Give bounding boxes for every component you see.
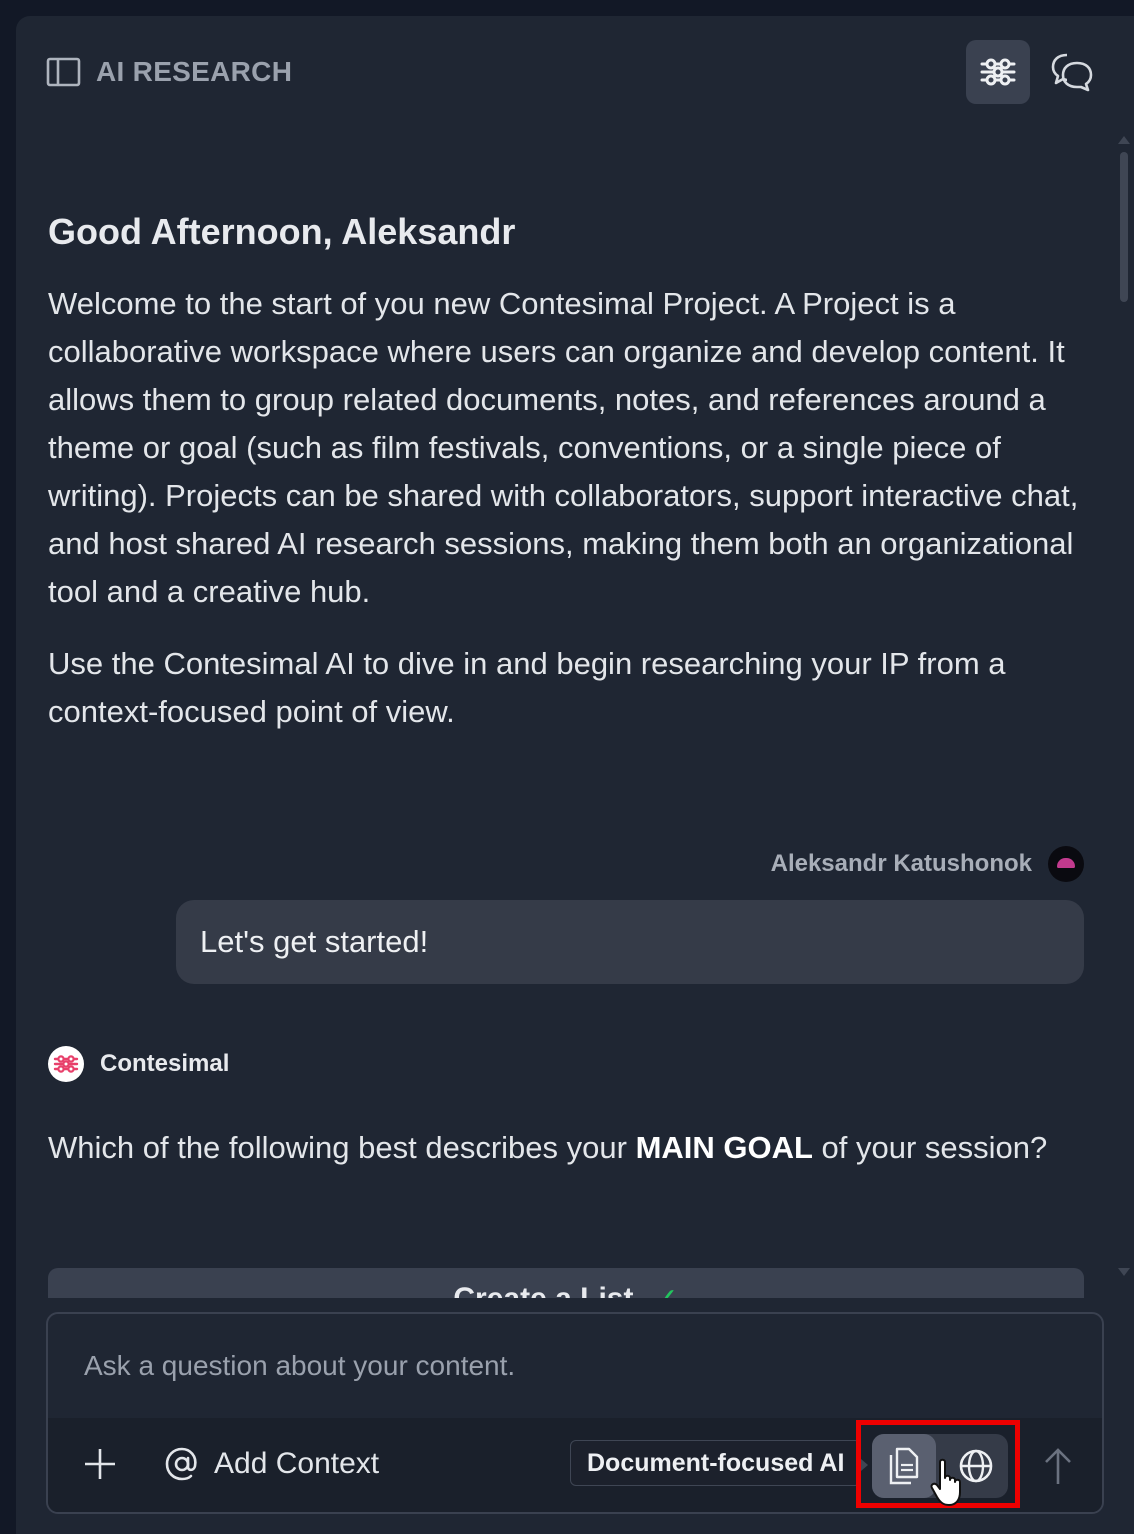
intro-paragraph: Welcome to the start of you new Contesim…: [48, 286, 1079, 609]
question-text-end: of your session?: [812, 1130, 1048, 1165]
bot-question: Which of the following best describes yo…: [48, 1124, 1088, 1172]
at-icon: [165, 1447, 197, 1481]
intro-paragraph-2: Use the Contesimal AI to dive in and beg…: [48, 646, 1006, 729]
hand-cursor-icon: [930, 1458, 961, 1506]
question-text-start: Which of the following best describes yo…: [48, 1130, 636, 1165]
page-title: AI RESEARCH: [96, 56, 293, 87]
bot-message-header: Contesimal: [48, 1046, 229, 1082]
panel-header: AI RESEARCH: [16, 16, 1134, 128]
ai-research-panel: AI RESEARCH Good Afternoon, Aleksandr We…: [16, 16, 1134, 1534]
add-context-label: Add Context: [214, 1447, 380, 1480]
option-create-list-button[interactable]: Create a List ✓: [48, 1268, 1084, 1298]
question-input[interactable]: [48, 1314, 1102, 1418]
send-button[interactable]: [1038, 1444, 1078, 1488]
add-attachment-button[interactable]: [80, 1444, 120, 1484]
add-context-button[interactable]: Add Context: [164, 1446, 379, 1482]
user-message-header: Aleksandr Katushonok: [771, 846, 1084, 882]
research-mode-button[interactable]: [966, 40, 1030, 104]
chat-composer: Add Context Document-focused AI: [46, 1312, 1104, 1514]
chat-scroll-area[interactable]: Good Afternoon, Aleksandr Welcome to the…: [16, 128, 1116, 1298]
bot-name: Contesimal: [100, 1050, 230, 1077]
chat-button[interactable]: [1048, 50, 1096, 94]
plus-icon: [85, 1449, 115, 1479]
scroll-down-arrow[interactable]: [1118, 1268, 1130, 1276]
scrollbar-thumb[interactable]: [1120, 152, 1128, 302]
mode-tooltip: Document-focused AI: [570, 1440, 869, 1486]
research-icon: [980, 58, 1016, 86]
composer-toolbar: Add Context Document-focused AI: [48, 1418, 1102, 1512]
avatar: [1048, 846, 1084, 882]
user-name: Aleksandr Katushonok: [770, 850, 1032, 877]
check-icon: ✓: [653, 1282, 678, 1298]
option-label: Create a List: [453, 1282, 633, 1298]
arrow-up-icon: [1045, 1448, 1071, 1484]
sidebar-toggle-icon[interactable]: [46, 56, 82, 88]
contesimal-logo-icon: [48, 1046, 84, 1082]
question-emphasis: MAIN GOAL: [635, 1130, 813, 1165]
chat-icon: [1051, 53, 1093, 92]
user-message-bubble: Let's get started!: [176, 900, 1084, 984]
greeting-heading: Good Afternoon, Aleksandr: [48, 211, 516, 252]
scroll-up-arrow[interactable]: [1118, 136, 1130, 144]
